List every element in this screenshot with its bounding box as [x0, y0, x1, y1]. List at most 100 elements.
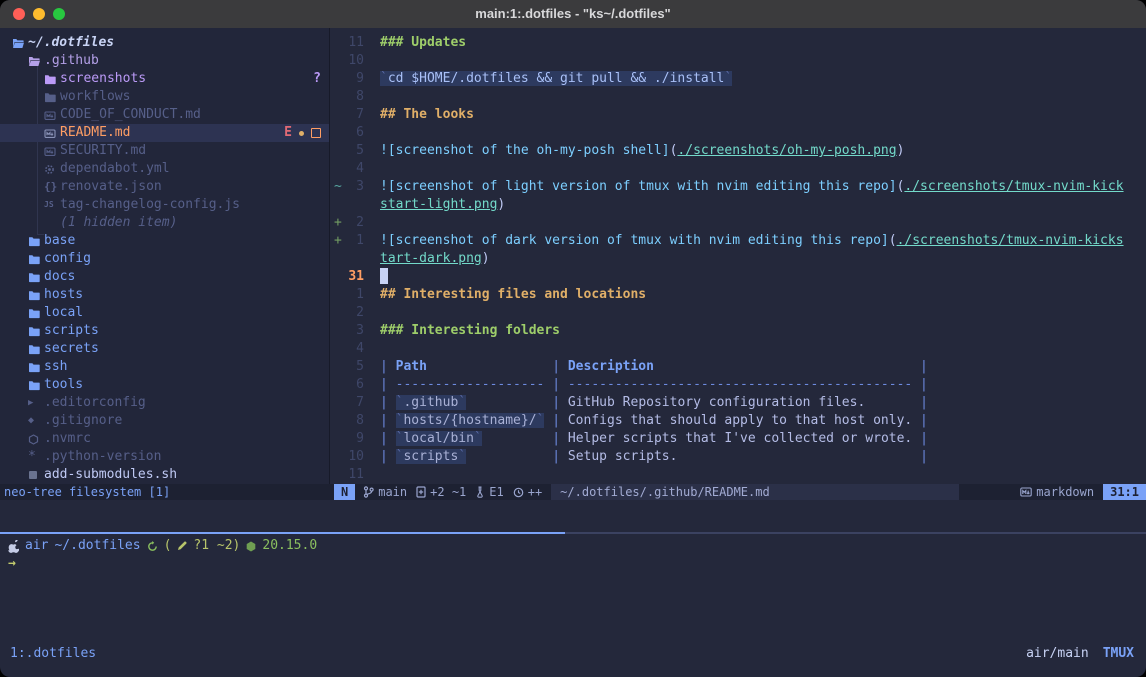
- tree-item-tag-changelog-config.js[interactable]: JStag-changelog-config.js: [0, 196, 329, 214]
- folder-open-icon: [28, 56, 44, 67]
- folder-icon: [28, 326, 44, 337]
- shell-prompt: air~/.dotfiles(?1 ~2)20.15.0: [8, 537, 1138, 555]
- gear-icon: [44, 164, 60, 175]
- editor-line[interactable]: ~3![screenshot of light version of tmux …: [330, 178, 1146, 196]
- editor-line[interactable]: +1![screenshot of dark version of tmux w…: [330, 232, 1146, 250]
- editor-line[interactable]: tart-dark.png): [330, 250, 1146, 268]
- line-number: 9: [330, 430, 364, 448]
- line-number: 1: [330, 286, 364, 304]
- tree-item-label: dependabot.yml: [60, 160, 170, 178]
- line-number: 8: [330, 412, 364, 430]
- tmux-session-name: air/main: [1026, 645, 1089, 663]
- editor-line[interactable]: 9| `local/bin` | Helper scripts that I'v…: [330, 430, 1146, 448]
- tree-item-.editorconfig[interactable]: ▶.editorconfig: [0, 394, 329, 412]
- flask-icon: [475, 486, 485, 498]
- tree-item-docs[interactable]: docs: [0, 268, 329, 286]
- line-number: 1: [330, 232, 364, 250]
- folder-icon: [28, 344, 44, 355]
- file-md-icon: [44, 110, 60, 121]
- titlebar: main:1:.dotfiles - "ks~/.dotfiles": [0, 0, 1146, 29]
- editor-line[interactable]: 4: [330, 340, 1146, 358]
- tree-item-.nvmrc[interactable]: .nvmrc: [0, 430, 329, 448]
- apple-icon: [8, 540, 19, 553]
- editor-line[interactable]: 3### Interesting folders: [330, 322, 1146, 340]
- tree-item-secrets[interactable]: secrets: [0, 340, 329, 358]
- cursor-block: [380, 268, 388, 284]
- line-number: 2: [330, 304, 364, 322]
- editor-line[interactable]: 9`cd $HOME/.dotfiles && git pull && ./in…: [330, 70, 1146, 88]
- tree-item-scripts[interactable]: scripts: [0, 322, 329, 340]
- line-text: | `scripts` | Setup scripts. |: [380, 448, 928, 466]
- editor-line[interactable]: 10: [330, 52, 1146, 70]
- editor-line[interactable]: 2: [330, 304, 1146, 322]
- editor-line[interactable]: 11: [330, 466, 1146, 484]
- tree-item-tools[interactable]: tools: [0, 376, 329, 394]
- line-number: 7: [330, 394, 364, 412]
- tmux-status-bar: 1:.dotfiles air/main TMUX: [0, 645, 1146, 663]
- tree-item-.gitignore[interactable]: ◆.gitignore: [0, 412, 329, 430]
- tree-item--.dotfiles[interactable]: ~/.dotfiles: [0, 34, 329, 52]
- line-number: 6: [330, 376, 364, 394]
- tree-item-label: renovate.json: [60, 178, 162, 196]
- modified-dot-icon: [299, 131, 304, 136]
- window-title: main:1:.dotfiles - "ks~/.dotfiles": [0, 0, 1146, 28]
- neotree-panel: ~/.dotfiles.githubscreenshots?workflowsC…: [0, 28, 330, 484]
- tmux-window-name[interactable]: 1:.dotfiles: [10, 645, 96, 663]
- editor-line[interactable]: +2: [330, 214, 1146, 232]
- line-number: 9: [330, 70, 364, 88]
- tree-item-label: screenshots: [60, 70, 146, 88]
- tree-item-readme.md[interactable]: README.mdE: [0, 124, 329, 142]
- line-text: start-light.png): [380, 196, 505, 214]
- tree-item-security.md[interactable]: SECURITY.md: [0, 142, 329, 160]
- editor-line[interactable]: 7## The looks: [330, 106, 1146, 124]
- editor-line[interactable]: 8: [330, 88, 1146, 106]
- tree-item--1-hidden-item-[interactable]: (1 hidden item): [0, 214, 329, 232]
- editor-line[interactable]: 6 | ------------------- | ---------------…: [330, 376, 1146, 394]
- editor-line[interactable]: 5| Path | Description |: [330, 358, 1146, 376]
- tree-item-local[interactable]: local: [0, 304, 329, 322]
- line-text: | ------------------- | ----------------…: [380, 376, 928, 394]
- statusline: neo-tree filesystem [1] N main +2 ~1 E1 …: [0, 484, 1146, 500]
- tree-item-dependabot.yml[interactable]: dependabot.yml: [0, 160, 329, 178]
- tree-item-label: docs: [44, 268, 75, 286]
- editor-line[interactable]: start-light.png): [330, 196, 1146, 214]
- editor-line[interactable]: 1## Interesting files and locations: [330, 286, 1146, 304]
- editor-pane[interactable]: 11### Updates109`cd $HOME/.dotfiles && g…: [330, 28, 1146, 484]
- editor-line[interactable]: 10 | `scripts` | Setup scripts. |: [330, 448, 1146, 466]
- tree-item-screenshots[interactable]: screenshots?: [0, 70, 329, 88]
- filetype-label: markdown: [1036, 484, 1094, 500]
- tree-item-base[interactable]: base: [0, 232, 329, 250]
- tree-item-label: local: [44, 304, 83, 322]
- prompt-arrow: →: [8, 555, 16, 573]
- editor-line[interactable]: 31: [330, 268, 1146, 286]
- tree-item-renovate.json[interactable]: {}renovate.json: [0, 178, 329, 196]
- editor-line[interactable]: 6: [330, 124, 1146, 142]
- tree-item-add-submodules.sh[interactable]: add-submodules.sh: [0, 466, 329, 484]
- line-number: 10: [330, 52, 364, 70]
- folder-icon: [28, 236, 44, 247]
- tree-item-workflows[interactable]: workflows: [0, 88, 329, 106]
- editor-line[interactable]: 4: [330, 160, 1146, 178]
- line-text: ![screenshot of the oh-my-posh shell](./…: [380, 142, 904, 160]
- line-number: 11: [330, 34, 364, 52]
- line-number: 4: [330, 340, 364, 358]
- tree-item-code-of-conduct.md[interactable]: CODE_OF_CONDUCT.md: [0, 106, 329, 124]
- tree-item-hosts[interactable]: hosts: [0, 286, 329, 304]
- tree-item-.github[interactable]: .github: [0, 52, 329, 70]
- editor-line[interactable]: 7| `.github` | GitHub Repository configu…: [330, 394, 1146, 412]
- editor-line[interactable]: 8| `hosts/{hostname}/` | Configs that sh…: [330, 412, 1146, 430]
- tree-item-ssh[interactable]: ssh: [0, 358, 329, 376]
- tree-item-config[interactable]: config: [0, 250, 329, 268]
- tree-item-label: CODE_OF_CONDUCT.md: [60, 106, 201, 124]
- line-number: 5: [330, 358, 364, 376]
- tree-item-label: base: [44, 232, 75, 250]
- tmux-pane-divider[interactable]: [0, 532, 1146, 534]
- mdfile-icon: [1020, 487, 1032, 497]
- editor-line[interactable]: 5![screenshot of the oh-my-posh shell](.…: [330, 142, 1146, 160]
- editor-line[interactable]: 11### Updates: [330, 34, 1146, 52]
- tree-item-.python-version[interactable]: *.python-version: [0, 448, 329, 466]
- cursor-position: 31:1: [1103, 484, 1146, 500]
- line-number: 10: [330, 448, 364, 466]
- tree-item-label: hosts: [44, 286, 83, 304]
- prompt-segment: ~/.dotfiles: [54, 537, 140, 555]
